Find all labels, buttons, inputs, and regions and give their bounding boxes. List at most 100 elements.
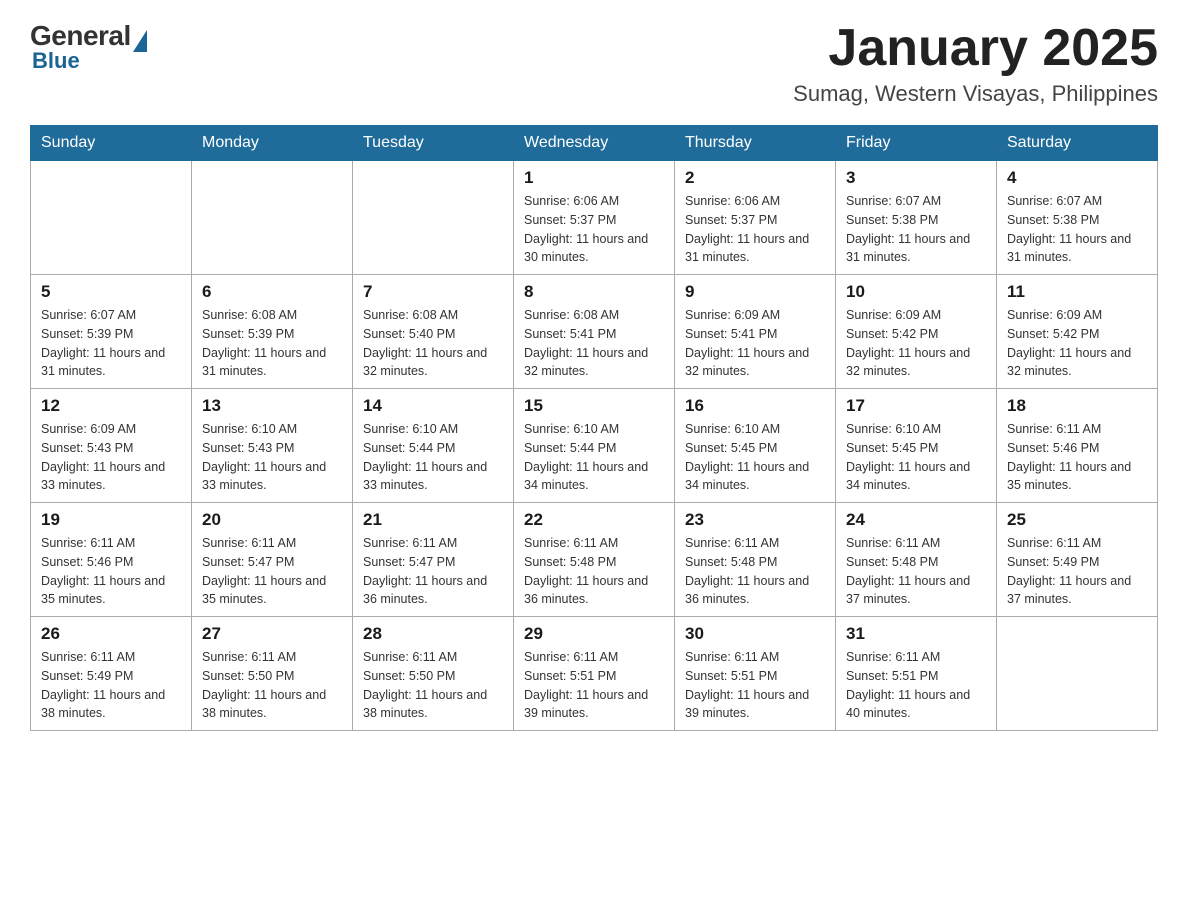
day-number: 5 — [41, 282, 181, 302]
page-header: General Blue January 2025 Sumag, Western… — [30, 20, 1158, 107]
day-info: Sunrise: 6:11 AMSunset: 5:50 PMDaylight:… — [202, 648, 342, 723]
calendar-week-row: 26 Sunrise: 6:11 AMSunset: 5:49 PMDayligh… — [31, 617, 1158, 731]
title-block: January 2025 Sumag, Western Visayas, Phi… — [793, 20, 1158, 107]
calendar-cell: 22 Sunrise: 6:11 AMSunset: 5:48 PMDayligh… — [514, 503, 675, 617]
day-number: 13 — [202, 396, 342, 416]
day-info: Sunrise: 6:06 AMSunset: 5:37 PMDaylight:… — [524, 192, 664, 267]
day-info: Sunrise: 6:11 AMSunset: 5:46 PMDaylight:… — [1007, 420, 1147, 495]
day-info: Sunrise: 6:11 AMSunset: 5:49 PMDaylight:… — [1007, 534, 1147, 609]
day-info: Sunrise: 6:09 AMSunset: 5:41 PMDaylight:… — [685, 306, 825, 381]
day-info: Sunrise: 6:11 AMSunset: 5:50 PMDaylight:… — [363, 648, 503, 723]
calendar-cell — [192, 161, 353, 275]
calendar-cell: 23 Sunrise: 6:11 AMSunset: 5:48 PMDayligh… — [675, 503, 836, 617]
day-info: Sunrise: 6:10 AMSunset: 5:44 PMDaylight:… — [524, 420, 664, 495]
day-number: 6 — [202, 282, 342, 302]
calendar-header: Sunday Monday Tuesday Wednesday Thursday… — [31, 126, 1158, 161]
calendar-cell: 26 Sunrise: 6:11 AMSunset: 5:49 PMDayligh… — [31, 617, 192, 731]
day-info: Sunrise: 6:07 AMSunset: 5:38 PMDaylight:… — [846, 192, 986, 267]
day-number: 2 — [685, 168, 825, 188]
day-info: Sunrise: 6:11 AMSunset: 5:48 PMDaylight:… — [846, 534, 986, 609]
calendar-cell: 11Sunrise: 6:09 AMSunset: 5:42 PMDayligh… — [997, 275, 1158, 389]
day-number: 16 — [685, 396, 825, 416]
day-number: 17 — [846, 396, 986, 416]
day-number: 27 — [202, 624, 342, 644]
day-number: 30 — [685, 624, 825, 644]
calendar-cell: 28 Sunrise: 6:11 AMSunset: 5:50 PMDayligh… — [353, 617, 514, 731]
day-info: Sunrise: 6:11 AMSunset: 5:46 PMDaylight:… — [41, 534, 181, 609]
day-info: Sunrise: 6:11 AMSunset: 5:51 PMDaylight:… — [846, 648, 986, 723]
day-number: 23 — [685, 510, 825, 530]
day-number: 24 — [846, 510, 986, 530]
day-info: Sunrise: 6:09 AMSunset: 5:42 PMDaylight:… — [846, 306, 986, 381]
day-info: Sunrise: 6:11 AMSunset: 5:48 PMDaylight:… — [685, 534, 825, 609]
location-title: Sumag, Western Visayas, Philippines — [793, 81, 1158, 107]
day-info: Sunrise: 6:07 AMSunset: 5:38 PMDaylight:… — [1007, 192, 1147, 267]
calendar-cell: 19 Sunrise: 6:11 AMSunset: 5:46 PMDayligh… — [31, 503, 192, 617]
header-wednesday: Wednesday — [514, 126, 675, 161]
calendar-cell: 3Sunrise: 6:07 AMSunset: 5:38 PMDaylight… — [836, 161, 997, 275]
calendar-cell: 12Sunrise: 6:09 AMSunset: 5:43 PMDayligh… — [31, 389, 192, 503]
day-number: 9 — [685, 282, 825, 302]
day-number: 21 — [363, 510, 503, 530]
calendar-cell: 7Sunrise: 6:08 AMSunset: 5:40 PMDaylight… — [353, 275, 514, 389]
day-info: Sunrise: 6:11 AMSunset: 5:49 PMDaylight:… — [41, 648, 181, 723]
day-number: 19 — [41, 510, 181, 530]
calendar-cell: 29 Sunrise: 6:11 AMSunset: 5:51 PMDayligh… — [514, 617, 675, 731]
calendar-cell: 25 Sunrise: 6:11 AMSunset: 5:49 PMDayligh… — [997, 503, 1158, 617]
day-info: Sunrise: 6:07 AMSunset: 5:39 PMDaylight:… — [41, 306, 181, 381]
calendar-cell: 2 Sunrise: 6:06 AMSunset: 5:37 PMDaylight… — [675, 161, 836, 275]
logo-triangle-icon — [133, 30, 147, 52]
day-info: Sunrise: 6:09 AMSunset: 5:42 PMDaylight:… — [1007, 306, 1147, 381]
day-number: 20 — [202, 510, 342, 530]
day-info: Sunrise: 6:10 AMSunset: 5:45 PMDaylight:… — [846, 420, 986, 495]
header-thursday: Thursday — [675, 126, 836, 161]
day-number: 29 — [524, 624, 664, 644]
day-number: 28 — [363, 624, 503, 644]
day-number: 22 — [524, 510, 664, 530]
calendar-cell: 4Sunrise: 6:07 AMSunset: 5:38 PMDaylight… — [997, 161, 1158, 275]
calendar-cell: 30Sunrise: 6:11 AMSunset: 5:51 PMDayligh… — [675, 617, 836, 731]
day-number: 8 — [524, 282, 664, 302]
month-title: January 2025 — [793, 20, 1158, 77]
day-number: 7 — [363, 282, 503, 302]
calendar-week-row: 5 Sunrise: 6:07 AMSunset: 5:39 PMDaylight… — [31, 275, 1158, 389]
calendar-cell: 16Sunrise: 6:10 AMSunset: 5:45 PMDayligh… — [675, 389, 836, 503]
calendar-cell: 10 Sunrise: 6:09 AMSunset: 5:42 PMDayligh… — [836, 275, 997, 389]
day-info: Sunrise: 6:11 AMSunset: 5:48 PMDaylight:… — [524, 534, 664, 609]
header-tuesday: Tuesday — [353, 126, 514, 161]
calendar-cell — [353, 161, 514, 275]
day-number: 18 — [1007, 396, 1147, 416]
calendar-cell: 24 Sunrise: 6:11 AMSunset: 5:48 PMDayligh… — [836, 503, 997, 617]
calendar-cell: 20 Sunrise: 6:11 AMSunset: 5:47 PMDayligh… — [192, 503, 353, 617]
calendar-cell: 15 Sunrise: 6:10 AMSunset: 5:44 PMDayligh… — [514, 389, 675, 503]
days-header-row: Sunday Monday Tuesday Wednesday Thursday… — [31, 126, 1158, 161]
day-info: Sunrise: 6:08 AMSunset: 5:41 PMDaylight:… — [524, 306, 664, 381]
day-number: 26 — [41, 624, 181, 644]
calendar-cell: 18 Sunrise: 6:11 AMSunset: 5:46 PMDayligh… — [997, 389, 1158, 503]
calendar-cell — [31, 161, 192, 275]
day-info: Sunrise: 6:11 AMSunset: 5:47 PMDaylight:… — [202, 534, 342, 609]
day-info: Sunrise: 6:11 AMSunset: 5:47 PMDaylight:… — [363, 534, 503, 609]
calendar-cell: 13Sunrise: 6:10 AMSunset: 5:43 PMDayligh… — [192, 389, 353, 503]
calendar-table: Sunday Monday Tuesday Wednesday Thursday… — [30, 125, 1158, 731]
header-friday: Friday — [836, 126, 997, 161]
calendar-body: 1 Sunrise: 6:06 AMSunset: 5:37 PMDaylight… — [31, 161, 1158, 731]
day-number: 25 — [1007, 510, 1147, 530]
calendar-cell: 6 Sunrise: 6:08 AMSunset: 5:39 PMDaylight… — [192, 275, 353, 389]
day-info: Sunrise: 6:06 AMSunset: 5:37 PMDaylight:… — [685, 192, 825, 267]
calendar-cell: 5 Sunrise: 6:07 AMSunset: 5:39 PMDaylight… — [31, 275, 192, 389]
calendar-week-row: 12Sunrise: 6:09 AMSunset: 5:43 PMDayligh… — [31, 389, 1158, 503]
calendar-cell: 31Sunrise: 6:11 AMSunset: 5:51 PMDayligh… — [836, 617, 997, 731]
calendar-cell — [997, 617, 1158, 731]
calendar-week-row: 1 Sunrise: 6:06 AMSunset: 5:37 PMDaylight… — [31, 161, 1158, 275]
calendar-cell: 17 Sunrise: 6:10 AMSunset: 5:45 PMDayligh… — [836, 389, 997, 503]
header-saturday: Saturday — [997, 126, 1158, 161]
day-number: 1 — [524, 168, 664, 188]
calendar-cell: 9 Sunrise: 6:09 AMSunset: 5:41 PMDaylight… — [675, 275, 836, 389]
day-info: Sunrise: 6:11 AMSunset: 5:51 PMDaylight:… — [524, 648, 664, 723]
calendar-cell: 21 Sunrise: 6:11 AMSunset: 5:47 PMDayligh… — [353, 503, 514, 617]
day-number: 10 — [846, 282, 986, 302]
day-number: 15 — [524, 396, 664, 416]
day-number: 14 — [363, 396, 503, 416]
day-info: Sunrise: 6:08 AMSunset: 5:39 PMDaylight:… — [202, 306, 342, 381]
